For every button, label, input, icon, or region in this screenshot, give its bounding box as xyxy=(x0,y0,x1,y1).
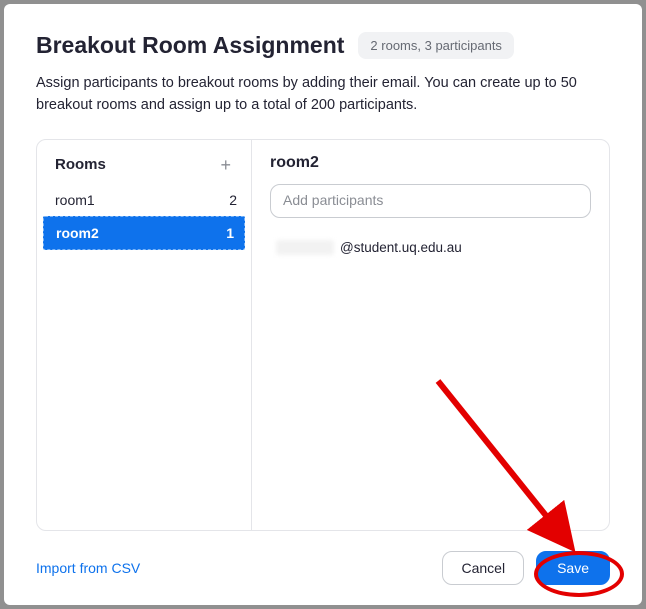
add-participants-field[interactable] xyxy=(270,184,591,218)
room-count: 1 xyxy=(226,225,234,241)
save-button[interactable]: Save xyxy=(536,551,610,585)
room-count-badge: 2 rooms, 3 participants xyxy=(358,32,514,59)
breakout-dialog: Breakout Room Assignment 2 rooms, 3 part… xyxy=(4,4,642,605)
rooms-header-label: Rooms xyxy=(55,156,106,173)
participant-email: @student.uq.edu.au xyxy=(340,240,462,255)
footer-buttons: Cancel Save xyxy=(442,551,610,585)
add-room-button[interactable]: + xyxy=(214,154,237,176)
room-item-room1[interactable]: room1 2 xyxy=(37,184,251,216)
page-title: Breakout Room Assignment xyxy=(36,32,344,59)
rooms-header: Rooms + xyxy=(37,140,251,184)
import-csv-link[interactable]: Import from CSV xyxy=(36,560,140,576)
plus-icon: + xyxy=(220,155,231,175)
main-panel: Rooms + room1 2 room2 1 room2 @student. xyxy=(36,139,610,532)
dialog-footer: Import from CSV Cancel Save xyxy=(36,531,610,585)
room-item-room2[interactable]: room2 1 xyxy=(43,216,245,250)
rooms-column: Rooms + room1 2 room2 1 xyxy=(37,140,252,531)
room-detail-column: room2 @student.uq.edu.au xyxy=(252,140,609,531)
description-text: Assign participants to breakout rooms by… xyxy=(36,73,610,117)
dialog-header: Breakout Room Assignment 2 rooms, 3 part… xyxy=(36,32,610,59)
participant-row[interactable]: @student.uq.edu.au xyxy=(270,240,591,255)
cancel-button[interactable]: Cancel xyxy=(442,551,524,585)
redacted-name xyxy=(276,240,334,255)
room-name: room1 xyxy=(55,192,95,208)
add-participants-input[interactable] xyxy=(283,192,578,208)
room-name: room2 xyxy=(56,225,99,241)
room-count: 2 xyxy=(229,192,237,208)
room-detail-title: room2 xyxy=(270,154,591,172)
